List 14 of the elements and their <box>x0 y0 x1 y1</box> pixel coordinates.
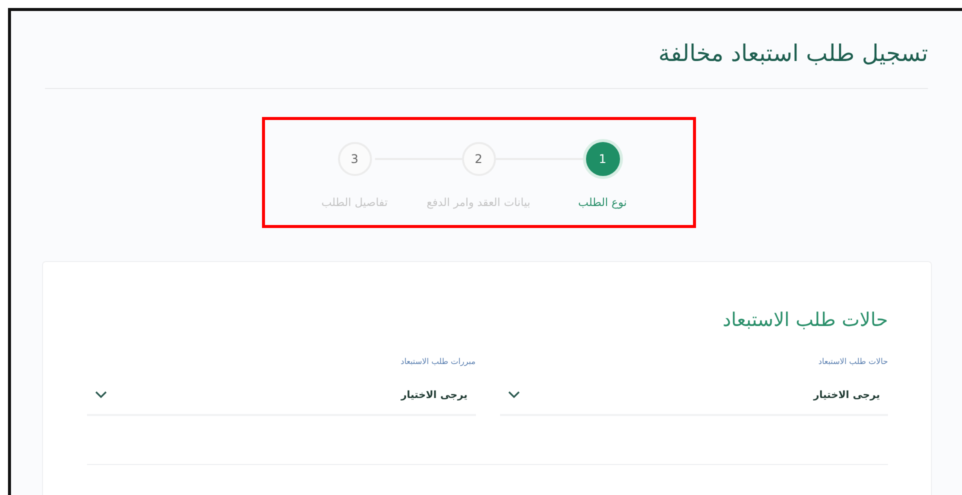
page-title: تسجيل طلب استبعاد مخالفة <box>658 41 928 67</box>
step-number: 2 <box>462 142 496 176</box>
select-field[interactable]: يرجى الاختيار <box>500 376 888 416</box>
step-label: بيانات العقد وامر الدفع <box>426 195 532 211</box>
step-label: تفاصيل الطلب <box>320 195 389 211</box>
step-number: 1 <box>586 142 620 176</box>
section-heading: حالات طلب الاستبعاد <box>722 309 888 331</box>
step-number: 3 <box>338 142 372 176</box>
select-field[interactable]: يرجى الاختيار <box>87 376 476 416</box>
field-label: حالات طلب الاستبعاد <box>817 357 888 366</box>
chevron-down-icon <box>508 391 520 399</box>
chevron-down-icon <box>95 391 107 399</box>
field-label: مبررات طلب الاستبعاد <box>400 357 476 366</box>
step-label: نوع الطلب <box>577 195 628 211</box>
